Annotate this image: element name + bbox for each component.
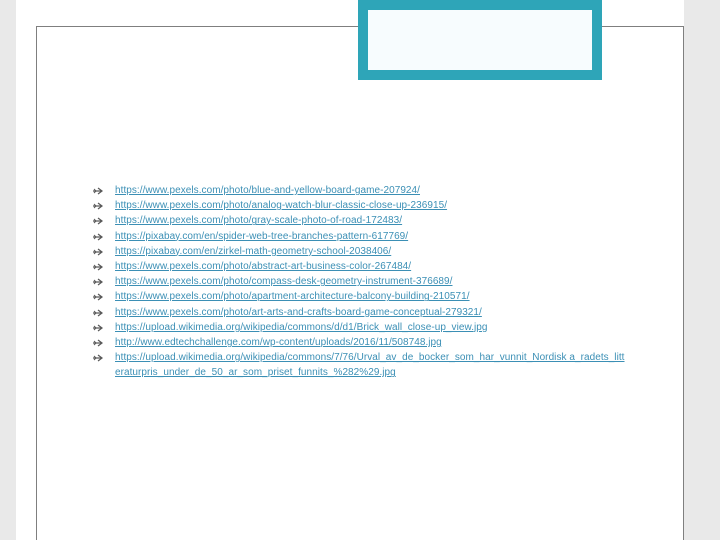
arrow-bullet-icon [93,229,115,244]
list-item: https://www.pexels.com/photo/gray-scale-… [93,213,628,228]
source-link[interactable]: https://www.pexels.com/photo/gray-scale-… [115,213,628,228]
source-link[interactable]: https://www.pexels.com/photo/apartment-a… [115,289,628,304]
arrow-bullet-icon [93,335,115,350]
list-item: https://pixabay.com/en/zirkel-math-geome… [93,244,628,259]
list-item: https://upload.wikimedia.org/wikipedia/c… [93,320,628,335]
decorative-teal-frame [358,0,602,80]
slide: https://www.pexels.com/photo/blue-and-ye… [0,0,720,540]
source-link[interactable]: https://upload.wikimedia.org/wikipedia/c… [115,350,628,380]
source-link[interactable]: https://www.pexels.com/photo/art-arts-an… [115,305,628,320]
source-link[interactable]: https://upload.wikimedia.org/wikipedia/c… [115,320,628,335]
arrow-bullet-icon [93,274,115,289]
list-item: https://pixabay.com/en/spider-web-tree-b… [93,229,628,244]
source-link[interactable]: https://pixabay.com/en/zirkel-math-geome… [115,244,628,259]
source-link[interactable]: http://www.edtechchallenge.com/wp-conten… [115,335,628,350]
arrow-bullet-icon [93,259,115,274]
source-link[interactable]: https://pixabay.com/en/spider-web-tree-b… [115,229,628,244]
list-item: https://www.pexels.com/photo/apartment-a… [93,289,628,304]
decorative-teal-frame-inner [368,10,592,70]
arrow-bullet-icon [93,198,115,213]
source-link[interactable]: https://www.pexels.com/photo/analog-watc… [115,198,628,213]
arrow-bullet-icon [93,183,115,198]
arrow-bullet-icon [93,305,115,320]
arrow-bullet-icon [93,350,115,365]
arrow-bullet-icon [93,244,115,259]
list-item: http://www.edtechchallenge.com/wp-conten… [93,335,628,350]
list-item: https://www.pexels.com/photo/compass-des… [93,274,628,289]
list-item: https://www.pexels.com/photo/art-arts-an… [93,305,628,320]
arrow-bullet-icon [93,289,115,304]
source-link[interactable]: https://www.pexels.com/photo/compass-des… [115,274,628,289]
left-side-panel [0,0,16,540]
list-item: https://upload.wikimedia.org/wikipedia/c… [93,350,628,380]
source-link[interactable]: https://www.pexels.com/photo/blue-and-ye… [115,183,628,198]
arrow-bullet-icon [93,213,115,228]
arrow-bullet-icon [93,320,115,335]
source-link[interactable]: https://www.pexels.com/photo/abstract-ar… [115,259,628,274]
right-side-panel [684,0,720,540]
link-list: https://www.pexels.com/photo/blue-and-ye… [93,183,628,381]
list-item: https://www.pexels.com/photo/abstract-ar… [93,259,628,274]
list-item: https://www.pexels.com/photo/blue-and-ye… [93,183,628,198]
list-item: https://www.pexels.com/photo/analog-watc… [93,198,628,213]
